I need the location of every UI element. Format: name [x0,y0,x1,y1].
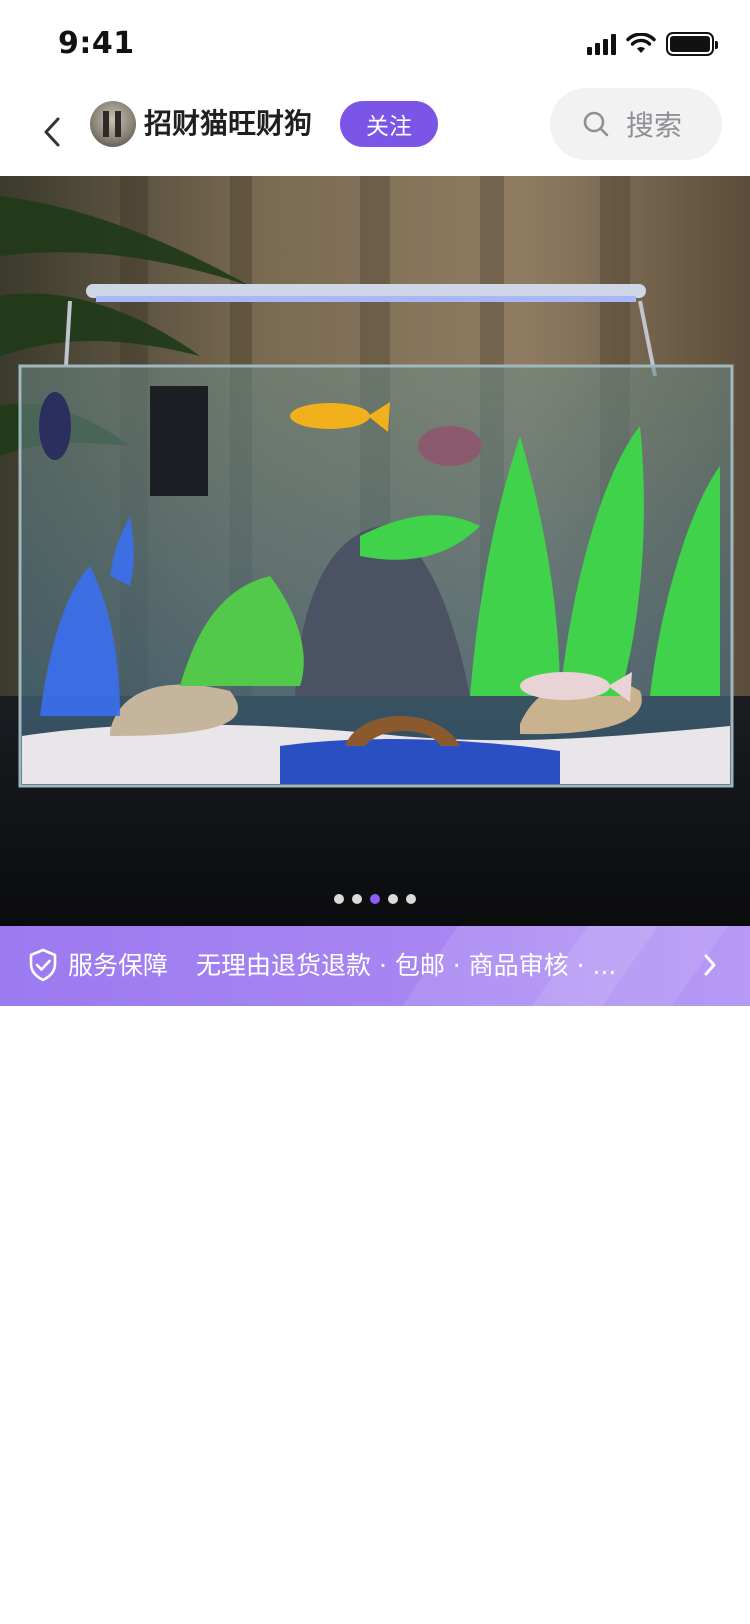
cellular-signal-icon [587,33,616,55]
shop-avatar[interactable] [90,101,136,147]
search-icon [583,111,609,137]
service-guarantee-bar[interactable]: 服务保障 无理由退货退款 · 包邮 · 商品审核 · ... [0,926,750,1006]
follow-button[interactable]: 关注 [340,101,438,147]
status-time: 9:41 [58,26,135,61]
wifi-icon [626,33,656,53]
aquarium-product-image [0,176,750,926]
back-button[interactable] [34,108,70,156]
carousel-dot[interactable] [406,894,416,904]
status-bar: 9:41 [0,0,750,88]
carousel-dot-active[interactable] [370,894,380,904]
shop-header: 招财猫旺财狗 关注 搜索 [0,88,750,176]
search-button[interactable]: 搜索 [550,88,722,160]
service-description: 无理由退货退款 · 包邮 · 商品审核 · ... [196,951,617,980]
carousel-dot[interactable] [334,894,344,904]
carousel-dot[interactable] [352,894,362,904]
search-label: 搜索 [626,109,683,142]
carousel-indicator [0,894,750,904]
chevron-right-icon [704,954,716,976]
service-title: 服务保障 [68,951,169,980]
shield-check-icon [29,948,57,982]
status-icons [587,32,718,56]
carousel-dot[interactable] [388,894,398,904]
shop-name[interactable]: 招财猫旺财狗 [144,102,312,146]
product-image-carousel[interactable] [0,176,750,926]
battery-icon [666,32,718,56]
chevron-left-icon [44,117,60,147]
